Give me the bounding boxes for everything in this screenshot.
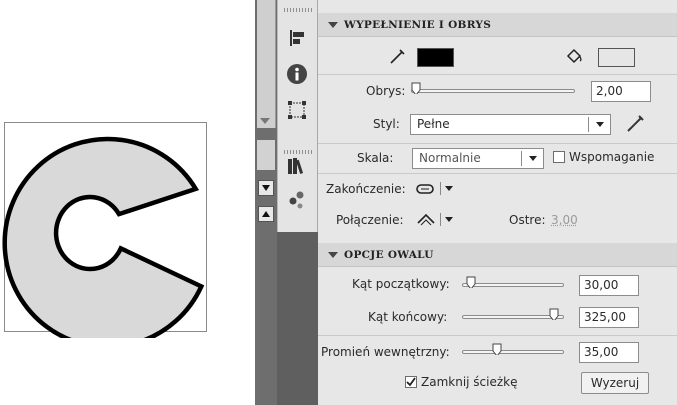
scroll-up-button[interactable] bbox=[258, 206, 274, 222]
oval-shape-canvas[interactable] bbox=[0, 118, 215, 338]
divider bbox=[318, 173, 677, 174]
transform-icon[interactable] bbox=[285, 98, 309, 122]
oval-options-section-header[interactable]: OPCJE OWALU bbox=[318, 243, 677, 267]
style-label: Styl: bbox=[373, 117, 400, 131]
inner-radius-input[interactable]: 35,00 bbox=[579, 342, 639, 363]
scroll-down-arrow-icon[interactable] bbox=[260, 118, 270, 124]
end-angle-input[interactable]: 325,00 bbox=[579, 307, 639, 328]
fill-color-swatch[interactable] bbox=[598, 48, 635, 67]
stroke-color-swatch[interactable] bbox=[417, 48, 454, 67]
chevron-down-icon bbox=[529, 156, 537, 161]
join-miter-icon[interactable] bbox=[416, 211, 436, 227]
panel-dock-empty bbox=[277, 232, 318, 405]
close-path-checkbox[interactable] bbox=[405, 376, 417, 388]
join-dropdown-chevron-down-icon[interactable] bbox=[445, 217, 453, 222]
start-angle-input[interactable]: 30,00 bbox=[579, 275, 639, 296]
style-select-value: Pełne bbox=[417, 117, 450, 131]
divider bbox=[318, 143, 677, 144]
cap-label: Zakończenie: bbox=[326, 182, 406, 196]
cap-round-icon[interactable] bbox=[415, 181, 437, 197]
stroke-width-slider[interactable] bbox=[411, 89, 575, 93]
paint-bucket-icon bbox=[566, 48, 582, 64]
dock-grip[interactable] bbox=[284, 8, 312, 12]
divider bbox=[318, 74, 677, 75]
divider bbox=[318, 335, 677, 336]
stroke-width-slider-thumb[interactable] bbox=[411, 82, 421, 94]
library-icon[interactable] bbox=[285, 154, 309, 178]
chevron-down-icon bbox=[596, 122, 604, 127]
scale-select[interactable]: Normalnie bbox=[412, 148, 544, 169]
inner-radius-label: Promień wewnętrzny: bbox=[321, 345, 450, 359]
hinting-checkbox[interactable] bbox=[553, 151, 565, 163]
align-icon[interactable] bbox=[285, 26, 309, 50]
start-angle-slider[interactable] bbox=[462, 283, 564, 287]
start-angle-slider-thumb[interactable] bbox=[466, 276, 476, 288]
cap-dropdown-chevron-down-icon[interactable] bbox=[445, 186, 453, 191]
scale-select-value: Normalnie bbox=[419, 151, 481, 165]
reset-button[interactable]: Wyzeruj bbox=[581, 372, 649, 394]
checkmark-icon bbox=[406, 377, 416, 387]
edit-stroke-style-icon[interactable] bbox=[624, 113, 646, 135]
join-label: Połączenie: bbox=[336, 213, 404, 227]
info-icon[interactable] bbox=[285, 62, 309, 86]
fill-stroke-section-header[interactable]: WYPEŁNIENIE I OBRYS bbox=[318, 13, 677, 37]
inner-radius-slider-thumb[interactable] bbox=[492, 343, 502, 355]
pencil-icon bbox=[390, 49, 405, 64]
fill-stroke-title: WYPEŁNIENIE I OBRYS bbox=[344, 18, 492, 31]
inner-radius-slider[interactable] bbox=[462, 350, 564, 354]
end-angle-label: Kąt końcowy: bbox=[368, 310, 448, 324]
scale-label: Skala: bbox=[357, 151, 394, 165]
miter-value[interactable]: 3,00 bbox=[551, 213, 578, 227]
collapse-triangle-icon[interactable] bbox=[328, 251, 338, 258]
stroke-width-input[interactable]: 2,00 bbox=[591, 81, 651, 102]
swatches-icon[interactable] bbox=[285, 188, 309, 212]
oval-shape[interactable] bbox=[2, 136, 205, 338]
style-select[interactable]: Pełne bbox=[410, 114, 611, 135]
miter-label: Ostre: bbox=[509, 213, 546, 227]
end-angle-slider-thumb[interactable] bbox=[549, 308, 559, 320]
hinting-label: Wspomaganie bbox=[569, 150, 655, 164]
close-path-label: Zamknij ścieżkę bbox=[421, 375, 518, 389]
collapse-triangle-icon[interactable] bbox=[328, 21, 338, 28]
oval-options-title: OPCJE OWALU bbox=[344, 248, 434, 261]
stroke-width-label: Obrys: bbox=[366, 84, 406, 98]
scrollbar-segment bbox=[257, 140, 275, 170]
scroll-down-button[interactable] bbox=[258, 180, 274, 196]
start-angle-label: Kąt początkowy: bbox=[352, 277, 450, 291]
vertical-scrollbar[interactable] bbox=[257, 0, 276, 128]
